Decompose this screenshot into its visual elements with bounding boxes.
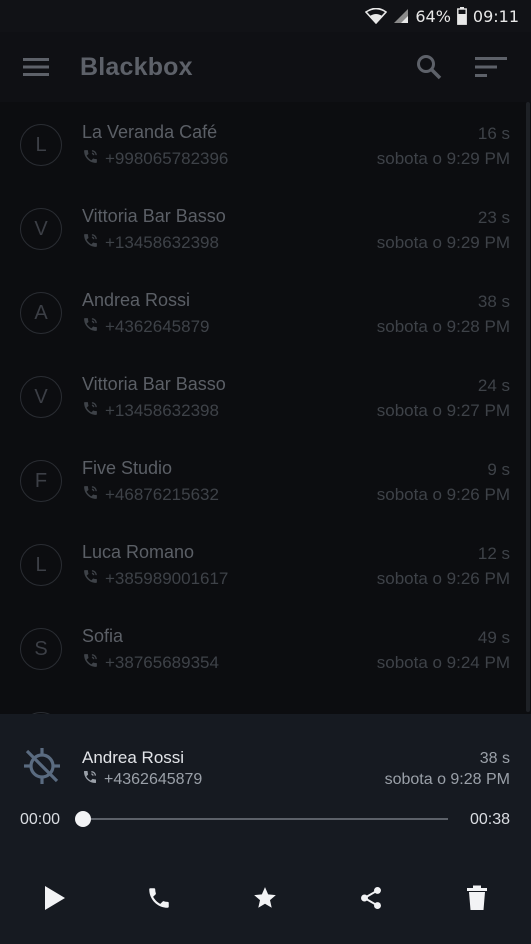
contact-number: +998065782396 <box>82 148 228 170</box>
player-contact-name: Andrea Rossi <box>82 748 185 767</box>
contact-name: Vittoria Bar Basso <box>82 374 226 394</box>
list-item[interactable]: S Sofia +38765689354 49 s sobota o 9:24 … <box>0 606 531 690</box>
avatar: A <box>20 292 62 334</box>
list-item <box>0 690 531 714</box>
contact-name: Luca Romano <box>82 542 195 562</box>
call-date: sobota o 9:29 PM <box>376 233 510 252</box>
phone-call-icon <box>82 400 99 422</box>
contact-name: La Veranda Café <box>82 122 218 142</box>
list-item[interactable]: V Vittoria Bar Basso +13458632398 24 s s… <box>0 354 531 438</box>
contact-name: Five Studio <box>82 458 173 478</box>
contact-number: +385989001617 <box>82 568 228 590</box>
phone-icon[interactable] <box>141 880 177 916</box>
call-duration: 16 s <box>477 124 510 143</box>
menu-icon[interactable] <box>22 55 50 79</box>
status-bar: 64% 09:11 <box>0 0 531 32</box>
app-bar: Blackbox <box>0 32 531 102</box>
avatar: L <box>20 124 62 166</box>
avatar: L <box>20 544 62 586</box>
star-icon[interactable] <box>247 880 283 916</box>
avatar: V <box>20 208 62 250</box>
share-icon[interactable] <box>353 880 389 916</box>
contact-number: +13458632398 <box>82 232 219 254</box>
avatar: S <box>20 628 62 670</box>
contact-number: +38765689354 <box>82 652 219 674</box>
call-duration: 38 s <box>477 292 510 311</box>
location-off-icon <box>20 744 64 788</box>
sort-icon[interactable] <box>474 53 508 81</box>
scrollbar[interactable] <box>526 102 530 712</box>
playback-position: 00:00 <box>20 811 61 828</box>
contact-name: Sofia <box>82 626 124 646</box>
playback-length: 00:38 <box>469 811 510 828</box>
contact-number: +13458632398 <box>82 400 219 422</box>
call-date: sobota o 9:27 PM <box>376 401 510 420</box>
list-item[interactable]: A Andrea Rossi +4362645879 38 s sobota o… <box>0 270 531 354</box>
avatar: V <box>20 376 62 418</box>
phone-call-icon <box>82 652 99 674</box>
phone-call-icon <box>82 148 99 170</box>
search-icon[interactable] <box>414 52 444 82</box>
phone-call-icon <box>82 568 99 590</box>
clock: 09:11 <box>472 6 519 26</box>
player-call-date: sobota o 9:28 PM <box>384 771 510 788</box>
call-date: sobota o 9:28 PM <box>376 317 510 336</box>
player-call-duration: 38 s <box>479 750 510 767</box>
contact-number: +46876215632 <box>82 484 219 506</box>
contact-number: +4362645879 <box>82 316 209 338</box>
wifi-icon <box>365 8 388 24</box>
list-item[interactable]: F Five Studio +46876215632 9 s sobota o … <box>0 438 531 522</box>
seek-thumb[interactable] <box>75 811 91 827</box>
player-contact-number: +4362645879 <box>82 769 202 790</box>
player-panel: Andrea Rossi +4362645879 38 s sobota o 9… <box>0 714 531 944</box>
call-duration: 24 s <box>477 376 510 395</box>
seek-bar[interactable] <box>83 818 448 820</box>
player-controls <box>0 874 531 922</box>
contact-name: Andrea Rossi <box>82 290 191 310</box>
battery-icon <box>456 7 467 25</box>
phone-call-icon <box>82 769 98 790</box>
battery-percent: 64% <box>415 6 451 26</box>
phone-call-icon <box>82 484 99 506</box>
avatar: F <box>20 460 62 502</box>
phone-call-icon <box>82 232 99 254</box>
play-icon[interactable] <box>36 880 72 916</box>
trash-icon[interactable] <box>459 880 495 916</box>
call-list: L La Veranda Café +998065782396 16 s sob… <box>0 102 531 714</box>
call-date: sobota o 9:29 PM <box>376 149 510 168</box>
call-duration: 12 s <box>477 544 510 563</box>
call-date: sobota o 9:26 PM <box>376 569 510 588</box>
list-item[interactable]: L La Veranda Café +998065782396 16 s sob… <box>0 102 531 186</box>
call-duration: 49 s <box>477 628 510 647</box>
phone-call-icon <box>82 316 99 338</box>
contact-name: Vittoria Bar Basso <box>82 206 226 226</box>
app-title: Blackbox <box>80 53 193 81</box>
call-duration: 9 s <box>487 460 510 479</box>
call-date: sobota o 9:26 PM <box>376 485 510 504</box>
list-item[interactable]: V Vittoria Bar Basso +13458632398 23 s s… <box>0 186 531 270</box>
list-item[interactable]: L Luca Romano +385989001617 12 s sobota … <box>0 522 531 606</box>
signal-icon <box>393 8 409 24</box>
call-date: sobota o 9:24 PM <box>376 653 510 672</box>
call-duration: 23 s <box>477 208 510 227</box>
